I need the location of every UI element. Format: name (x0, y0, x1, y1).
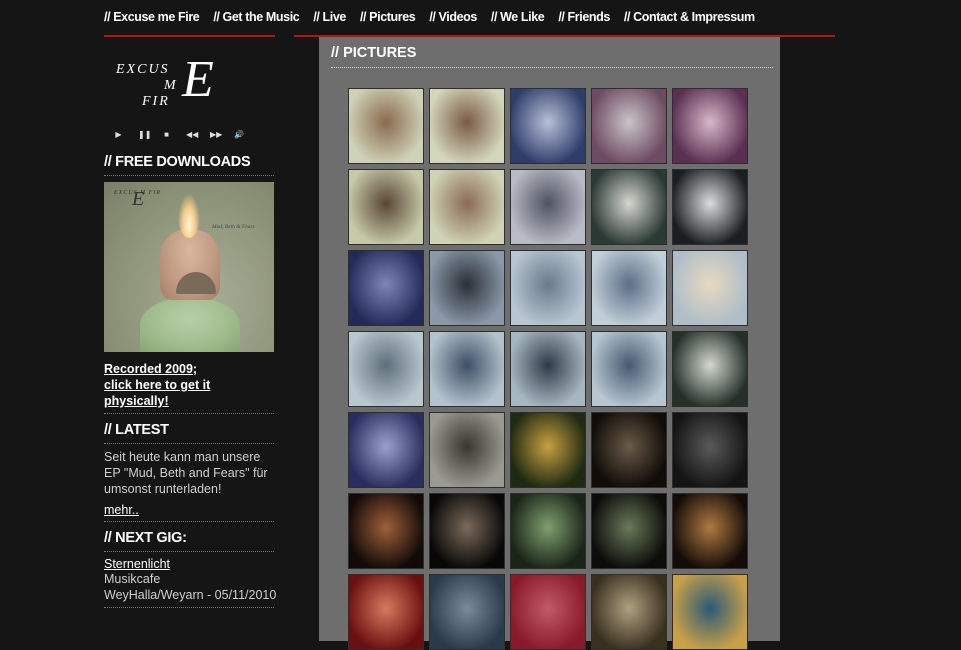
gallery-thumbnail[interactable] (510, 574, 586, 650)
gallery-thumbnail[interactable] (591, 574, 667, 650)
gallery-thumbnail[interactable] (672, 493, 748, 569)
gig-name-link[interactable]: Sternenlicht (104, 557, 274, 571)
play-icon[interactable]: ▶ (114, 130, 123, 139)
gallery-thumbnail[interactable] (429, 331, 505, 407)
gallery-thumbnail[interactable] (348, 169, 424, 245)
nav-friends[interactable]: // Friends (558, 10, 610, 24)
album-art-flame (178, 194, 200, 238)
gallery-thumbnail[interactable] (510, 250, 586, 326)
gallery-thumbnail[interactable] (591, 331, 667, 407)
band-logo[interactable]: EXCUS M FIR E (116, 44, 274, 116)
gallery-thumbnail[interactable] (348, 493, 424, 569)
free-downloads-heading: // FREE DOWNLOADS (104, 154, 274, 176)
gallery-thumbnail[interactable] (510, 493, 586, 569)
gallery-thumbnail[interactable] (672, 331, 748, 407)
gig-details: Musikcafe WeyHalla/Weyarn - 05/11/2010 (104, 571, 277, 608)
gallery-thumbnail[interactable] (672, 250, 748, 326)
gallery-thumbnail[interactable] (429, 412, 505, 488)
gallery-thumbnail[interactable] (672, 574, 748, 650)
gallery-thumbnail[interactable] (348, 331, 424, 407)
latest-heading: // LATEST (104, 422, 274, 444)
gallery-thumbnail[interactable] (591, 250, 667, 326)
pictures-panel: // PICTURES (319, 37, 780, 650)
gallery-thumbnail[interactable] (429, 574, 505, 650)
nav-excuse-me-fire[interactable]: // Excuse me Fire (104, 10, 200, 24)
music-player: ▶ ❚❚ ■ ◀◀ ▶▶ 🔊 (114, 128, 274, 140)
gallery-thumbnail[interactable] (429, 169, 505, 245)
nav-get-the-music[interactable]: // Get the Music (213, 10, 299, 24)
previous-icon[interactable]: ◀◀ (186, 130, 198, 139)
gig-venue: Musikcafe (104, 572, 161, 586)
gallery-thumbnail[interactable] (510, 331, 586, 407)
album-title: Mud, Beth & Fears (212, 224, 255, 230)
nav-videos[interactable]: // Videos (429, 10, 477, 24)
gallery-thumbnail[interactable] (510, 412, 586, 488)
gallery-thumbnail[interactable] (348, 574, 424, 650)
gallery-thumbnail[interactable] (429, 493, 505, 569)
gallery-thumbnail[interactable] (429, 88, 505, 164)
gallery-thumbnail[interactable] (429, 250, 505, 326)
gallery-thumbnail[interactable] (510, 169, 586, 245)
nav-live[interactable]: // Live (313, 10, 346, 24)
gallery-thumbnail[interactable] (591, 493, 667, 569)
nav-we-like[interactable]: // We Like (491, 10, 545, 24)
nav-contact-impressum[interactable]: // Contact & Impressum (624, 10, 755, 24)
gallery-thumbnail[interactable] (510, 88, 586, 164)
latest-text: Seit heute kann man unsere EP "Mud, Beth… (104, 450, 268, 496)
sidebar: EXCUS M FIR E ▶ ❚❚ ■ ◀◀ ▶▶ 🔊 // FREE DOW… (104, 44, 277, 608)
album-cover[interactable]: EXCUS M FIR E Mud, Beth & Fears (104, 182, 274, 352)
divider-left (104, 35, 275, 37)
next-gig-heading: // NEXT GIG: (104, 530, 274, 552)
album-art-dress (140, 297, 240, 352)
volume-icon[interactable]: 🔊 (234, 130, 244, 139)
gallery-thumbnail[interactable] (672, 88, 748, 164)
top-nav: // Excuse me Fire // Get the Music // Li… (104, 0, 769, 34)
nav-pictures[interactable]: // Pictures (360, 10, 416, 24)
gallery-thumbnail[interactable] (672, 169, 748, 245)
gallery-thumbnail[interactable] (348, 250, 424, 326)
gallery-thumbnail[interactable] (672, 412, 748, 488)
gig-place-date: WeyHalla/Weyarn - 05/11/2010 (104, 588, 277, 602)
stop-icon[interactable]: ■ (162, 130, 171, 139)
album-logo-e: E (132, 188, 145, 210)
gallery-thumbnail[interactable] (348, 88, 424, 164)
gallery-thumbnail[interactable] (591, 88, 667, 164)
gallery-thumbnail[interactable] (348, 412, 424, 488)
pause-icon[interactable]: ❚❚ (138, 130, 151, 139)
more-link[interactable]: mehr.. (104, 503, 274, 522)
get-physical-link[interactable]: Recorded 2009; click here to get it phys… (104, 361, 274, 414)
page-title: // PICTURES (331, 45, 773, 68)
gallery-thumbnail[interactable] (591, 169, 667, 245)
gallery-thumbnail[interactable] (591, 412, 667, 488)
next-icon[interactable]: ▶▶ (210, 130, 222, 139)
